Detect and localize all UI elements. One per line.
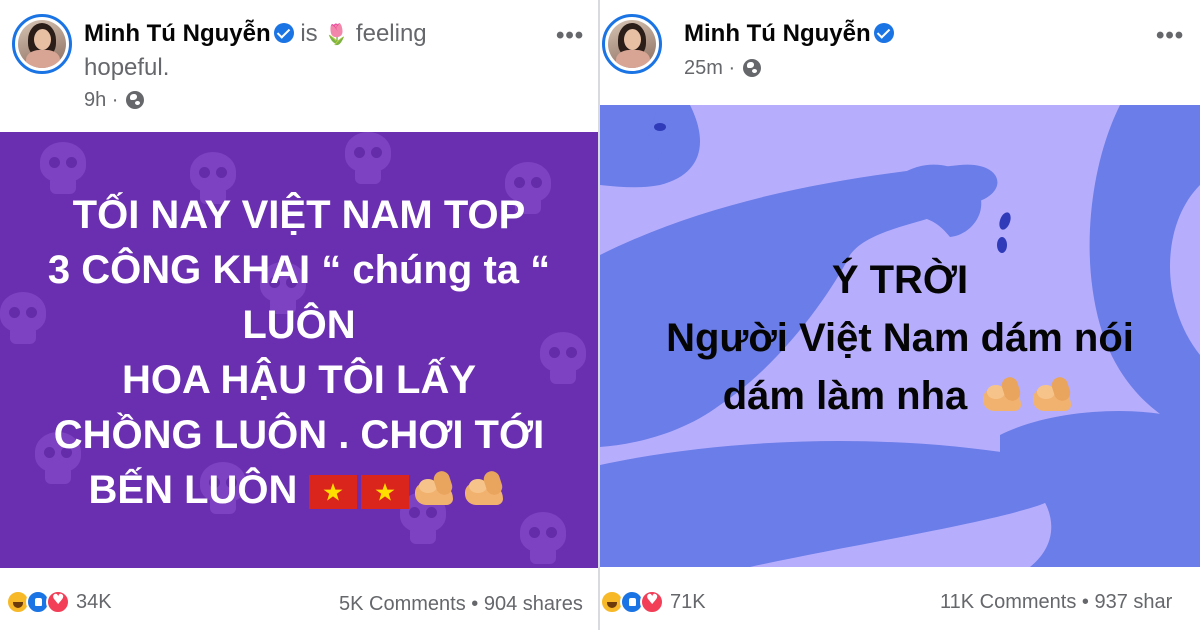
status-feeling-word[interactable]: hopeful. bbox=[84, 54, 169, 82]
reaction-count: 34K bbox=[76, 590, 112, 613]
post-meta: 25m · bbox=[684, 57, 761, 80]
post-text-line: HOA HẬU TÔI LẤY bbox=[121, 358, 477, 402]
verified-badge-icon bbox=[273, 23, 294, 43]
verified-badge-icon bbox=[873, 23, 894, 43]
shares-link[interactable]: 904 shares bbox=[484, 593, 583, 615]
reaction-summary[interactable]: 71K bbox=[600, 590, 706, 614]
post-time[interactable]: 9h bbox=[84, 89, 106, 111]
author-avatar[interactable] bbox=[12, 14, 72, 74]
separator-dot: • bbox=[471, 593, 479, 615]
post-text-line: CHỒNG LUÔN . CHƠI TỚI bbox=[53, 413, 545, 457]
skull-pattern-icon bbox=[520, 512, 566, 568]
author-header: Minh Tú Nguyễn bbox=[684, 20, 894, 48]
more-options-button[interactable]: ••• bbox=[1156, 22, 1184, 50]
love-reaction-icon bbox=[46, 590, 70, 614]
post-card-1: Minh Tú Nguyễn is 🌷 feeling hopeful. 9h … bbox=[0, 0, 598, 630]
vietnam-flag-icon bbox=[309, 475, 358, 509]
public-globe-icon bbox=[126, 91, 145, 109]
flexed-biceps-icon bbox=[981, 375, 1027, 415]
flexed-biceps-icon bbox=[1031, 375, 1077, 415]
post-text-last-line: dám làm nha bbox=[600, 367, 1200, 425]
status-feeling[interactable]: feeling bbox=[356, 20, 427, 47]
post-text-line: LUÔN bbox=[242, 303, 356, 347]
post-text-last-line: BẾN LUÔN bbox=[0, 463, 598, 518]
author-name[interactable]: Minh Tú Nguyễn bbox=[84, 20, 271, 47]
flexed-biceps-icon bbox=[463, 469, 509, 509]
feeling-emoji-icon: 🌷 bbox=[324, 22, 350, 46]
author-header: Minh Tú Nguyễn is 🌷 feeling bbox=[84, 20, 427, 48]
post-background: Ý TRỜI Người Việt Nam dám nói dám làm nh… bbox=[600, 105, 1200, 567]
author-avatar[interactable] bbox=[602, 14, 662, 74]
post-text-line: TỐI NAY VIỆT NAM TOP bbox=[72, 193, 526, 237]
post-text: Ý TRỜI Người Việt Nam dám nói dám làm nh… bbox=[600, 251, 1200, 425]
post-text-line: Ý TRỜI bbox=[831, 258, 969, 302]
flexed-biceps-icon bbox=[413, 469, 459, 509]
post-card-2: Minh Tú Nguyễn 25m · ••• Ý TRỜI Người Vi… bbox=[600, 0, 1200, 630]
skull-pattern-icon bbox=[345, 132, 391, 188]
comments-link[interactable]: 11K Comments bbox=[940, 591, 1076, 613]
separator-dot: • bbox=[1081, 591, 1089, 613]
post-meta: 9h · bbox=[84, 89, 145, 112]
public-globe-icon bbox=[742, 59, 761, 77]
post-text-line: dám làm nha bbox=[722, 374, 968, 418]
reaction-count: 71K bbox=[670, 590, 706, 613]
reaction-summary[interactable]: 34K bbox=[6, 590, 112, 614]
post-background: TỐI NAY VIỆT NAM TOP 3 CÔNG KHAI “ chúng… bbox=[0, 132, 598, 568]
post-text: TỐI NAY VIỆT NAM TOP 3 CÔNG KHAI “ chúng… bbox=[0, 188, 598, 518]
post-text-line: Người Việt Nam dám nói bbox=[666, 316, 1134, 360]
shares-link[interactable]: 937 shar bbox=[1095, 591, 1173, 613]
engagement-summary: 5K Comments • 904 shares bbox=[339, 593, 583, 616]
love-reaction-icon bbox=[640, 590, 664, 614]
vietnam-flag-icon bbox=[361, 475, 410, 509]
more-options-button[interactable]: ••• bbox=[556, 22, 584, 50]
post-text-line: BẾN LUÔN bbox=[88, 468, 298, 512]
comments-link[interactable]: 5K Comments bbox=[339, 593, 466, 615]
author-name[interactable]: Minh Tú Nguyễn bbox=[684, 20, 871, 47]
post-time[interactable]: 25m bbox=[684, 57, 723, 79]
post-text-line: 3 CÔNG KHAI “ chúng ta “ bbox=[47, 248, 551, 292]
engagement-summary: 11K Comments • 937 shar bbox=[940, 591, 1172, 614]
status-prefix: is bbox=[300, 20, 318, 47]
